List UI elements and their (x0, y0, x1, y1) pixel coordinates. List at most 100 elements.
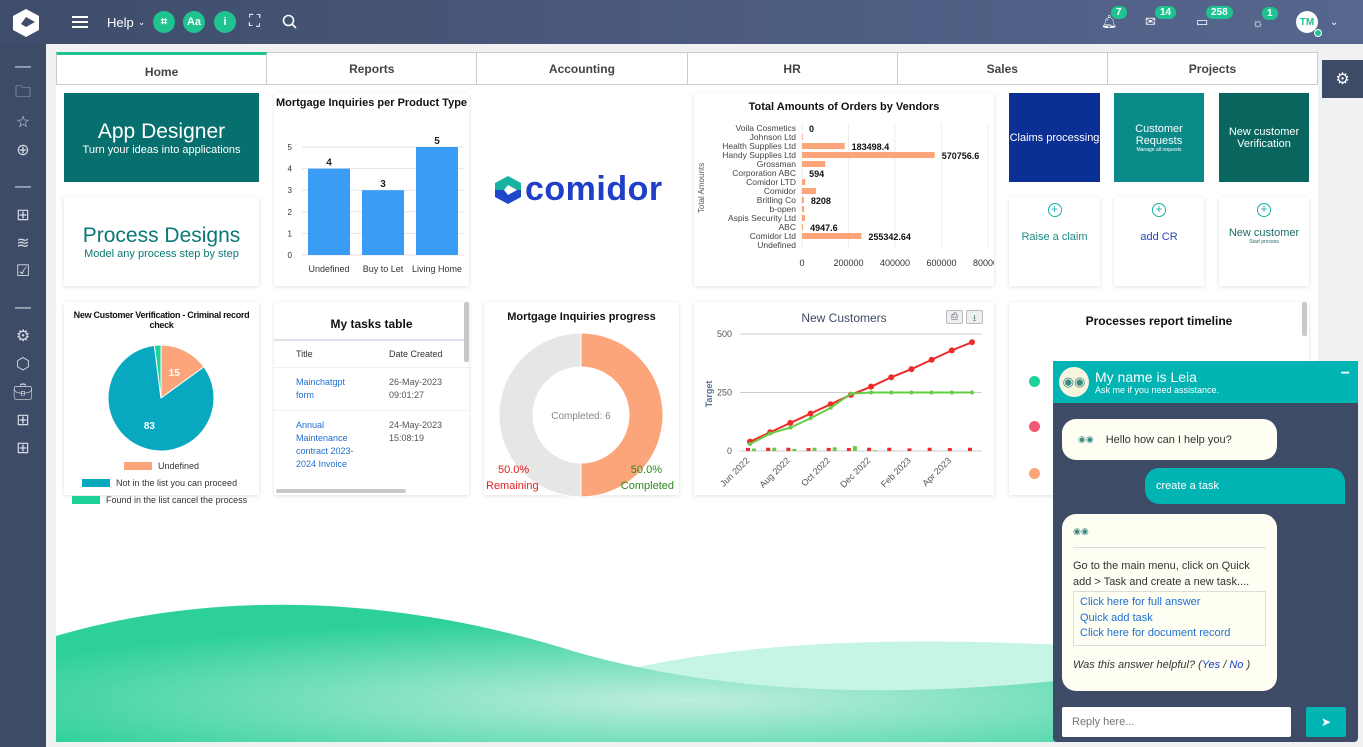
checkbox-icon[interactable]: ☑ (14, 262, 32, 280)
tasks-button[interactable]: ☼ 1 (1252, 0, 1278, 44)
column-header-title[interactable]: Title (296, 349, 389, 359)
grid-icon[interactable]: ⊞ (14, 439, 32, 457)
quick-add-task-link[interactable]: Quick add task (1080, 611, 1259, 627)
center-label: Completed: 6 (551, 411, 611, 422)
settings-icon[interactable]: ⚙ (14, 327, 32, 345)
print-chart-button[interactable]: ⎙ (946, 310, 963, 324)
mortgage-inquiries-chart: Mortgage Inquiries per Product Type 0 1 2 3… (274, 93, 469, 286)
mail-button[interactable]: ✉︎ 14 (1145, 0, 1177, 44)
bar (752, 448, 756, 451)
process-designs-title: Process Designs (82, 223, 241, 247)
tab-hr[interactable]: HR (687, 52, 898, 85)
plus-circle-icon: + (1257, 203, 1271, 217)
grid-icon[interactable]: ⊞ (14, 411, 32, 429)
x-tick-label: Apr 2023 (920, 455, 953, 488)
horizontal-scrollbar[interactable] (276, 489, 406, 493)
table-row: Annual Maintenance contract 2023-2024 In… (274, 411, 469, 479)
bar (852, 446, 857, 451)
y-tick-label: 4 (288, 165, 293, 174)
app-designer-title: App Designer (97, 119, 226, 143)
document-record-link[interactable]: Click here for document record (1080, 626, 1259, 642)
search-icon[interactable] (282, 0, 298, 44)
data-label: 5 (434, 136, 440, 147)
tile-label: Claims processing (1009, 131, 1100, 144)
user-message-text: create a task (1156, 480, 1219, 492)
vendor-orders-chart: Total Amounts of Orders by Vendors 0 2000… (694, 93, 1003, 286)
tile-new-customer-verification[interactable]: New customer Verification (1219, 93, 1309, 182)
tile-raise-a-claim[interactable]: + Raise a claim (1009, 197, 1100, 286)
star-icon[interactable]: ☆ (14, 113, 32, 131)
pie-chart: 15 83 Undefined Not in the list you can pro… (72, 344, 248, 505)
tile-label: Raise a claim (1021, 231, 1088, 243)
plus-circle-icon: + (1152, 203, 1166, 217)
full-answer-link[interactable]: Click here for full answer (1080, 595, 1259, 611)
notifications-button[interactable]: 🔔︎ 7 (1101, 0, 1127, 44)
send-button[interactable]: ➤ (1306, 707, 1346, 737)
send-icon: ➤ (1320, 715, 1332, 729)
x-tick-label: Buy to Let (363, 264, 404, 274)
vertical-scrollbar[interactable] (464, 302, 469, 362)
tab-accounting[interactable]: Accounting (477, 52, 688, 85)
minimize-button[interactable]: − (1341, 365, 1350, 383)
chatbot-subtitle: Ask me if you need assistance. (1095, 385, 1220, 395)
font-icon[interactable]: Aa (183, 11, 205, 33)
tab-reports[interactable]: Reports (267, 52, 478, 85)
owl-icon: ◉◉ (1073, 526, 1266, 548)
helpful-no-link[interactable]: No (1229, 659, 1243, 671)
tab-home[interactable]: Home (56, 52, 268, 85)
slice-label: 15 (169, 368, 181, 379)
data-point (868, 383, 875, 390)
chart-title: Mortgage Inquiries per Product Type (275, 97, 468, 109)
vertical-scrollbar[interactable] (1302, 302, 1307, 336)
y-tick-label: 0 (727, 446, 732, 456)
donut-chart: Completed: 6 50.0% Completed 50.0% Remaining (486, 332, 674, 498)
menu-icon[interactable] (72, 0, 88, 44)
app-designer-tile[interactable]: App Designer Turn your ideas into applic… (64, 93, 259, 182)
help-menu[interactable]: Help ⌄ (107, 0, 145, 44)
calendar-button[interactable]: ▭ 258 (1196, 0, 1233, 44)
chatbot-header: ◉◉ My name is Leia Ask me if you need ass… (1053, 361, 1358, 403)
column-header-date[interactable]: Date Created (389, 349, 443, 359)
helpful-yes-link[interactable]: Yes (1202, 659, 1220, 671)
bar (308, 168, 350, 255)
comidor-logo-text: comidor (525, 170, 663, 208)
tile-customer-requests[interactable]: Customer Requests Manage all requests (1114, 93, 1204, 182)
grid-icon[interactable]: ⊞ (14, 206, 32, 224)
comidor-logo-icon (495, 175, 521, 204)
user-menu[interactable]: TM ⌄ (1296, 0, 1338, 44)
briefcase-icon[interactable]: 💼︎ (13, 383, 33, 401)
folder-icon[interactable]: 🗀︎ (14, 84, 32, 103)
task-link[interactable]: Mainchatgpt form (296, 376, 389, 402)
chart-title: Total Amounts of Orders by Vendors (748, 101, 940, 113)
add-circle-icon[interactable]: ⊕ (14, 141, 32, 159)
notifications-badge: 7 (1111, 6, 1127, 19)
chart-title: New Customers (801, 311, 886, 325)
hbar-chart: 0200000400000600000800000Total AmountsVo… (697, 123, 1003, 268)
chip-icon[interactable]: ⌗ (153, 11, 175, 33)
completed-name-label: Completed (621, 480, 674, 492)
app-logo[interactable] (12, 8, 40, 38)
task-link[interactable]: Annual Maintenance contract 2023-2024 In… (296, 419, 389, 471)
mail-icon: ✉︎ 14 (1145, 6, 1177, 30)
tab-sales[interactable]: Sales (897, 52, 1108, 85)
data-label: 594 (809, 169, 824, 179)
bar (802, 206, 805, 212)
bar-chart: 0 1 2 3 4 5 4 Undefined 3 Buy to Let 5 Living Home (288, 136, 464, 274)
sun-icon: ☼ 1 (1252, 6, 1278, 30)
box-icon[interactable]: ⬡ (14, 355, 32, 373)
tile-new-customer[interactable]: + New customer Start process (1219, 197, 1309, 286)
info-icon[interactable]: i (214, 11, 236, 33)
reply-input[interactable] (1062, 707, 1291, 737)
fullscreen-icon[interactable]: ⛶ (249, 0, 260, 44)
download-chart-button[interactable]: ⭳ (966, 310, 983, 324)
dashboard-settings-button[interactable]: ⚙ (1322, 60, 1363, 98)
bar (907, 448, 912, 451)
tile-add-cr[interactable]: + add CR (1114, 197, 1204, 286)
tab-projects[interactable]: Projects (1107, 52, 1319, 85)
data-point (748, 441, 752, 446)
tile-claims-processing[interactable]: Claims processing (1009, 93, 1100, 182)
x-tick-label: 800000 (973, 258, 994, 268)
x-tick-label: Oct 2022 (799, 455, 832, 488)
layers-icon[interactable]: ≋ (14, 234, 32, 252)
process-designs-tile[interactable]: Process Designs Model any process step b… (64, 197, 259, 286)
